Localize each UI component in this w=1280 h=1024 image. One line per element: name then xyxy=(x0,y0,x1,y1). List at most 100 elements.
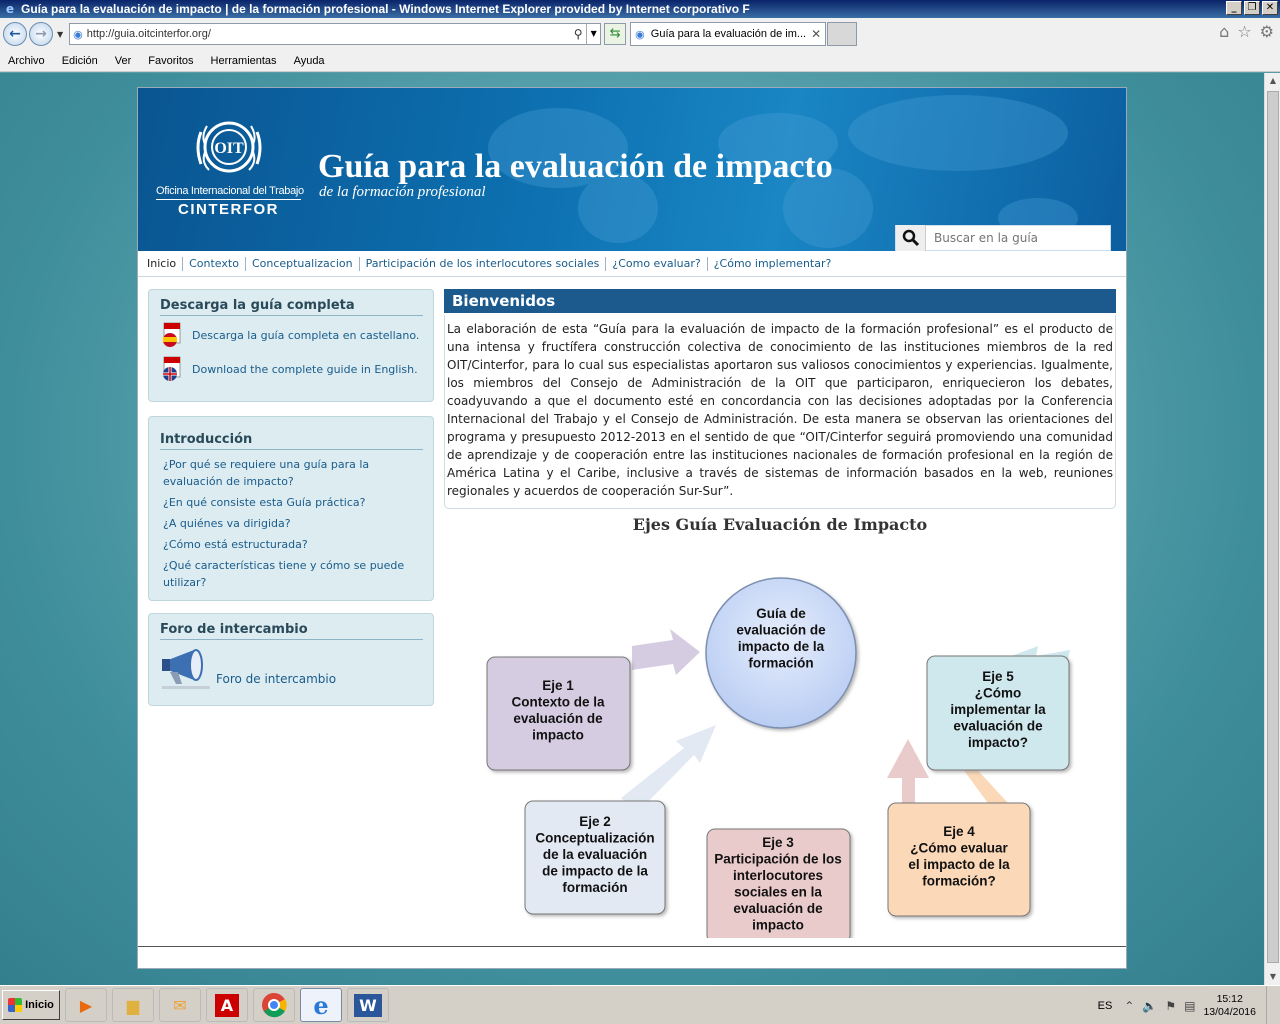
page-icon: ◉ xyxy=(73,27,83,41)
nav-como-implementar[interactable]: ¿Cómo implementar? xyxy=(708,257,838,271)
download-en-link[interactable]: Download the complete guide in English. xyxy=(192,363,418,376)
menu-herramientas[interactable]: Herramientas xyxy=(203,55,286,67)
diagram-line: evaluación de xyxy=(736,623,826,638)
window-titlebar: e Guía para la evaluación de impacto | d… xyxy=(0,0,1280,18)
vertical-scrollbar[interactable]: ▲ ▼ xyxy=(1264,73,1280,985)
site-title: Guía para la evaluación de impacto xyxy=(318,148,833,185)
show-desktop-button[interactable] xyxy=(1266,986,1280,1024)
diagram-line: Contexto de la xyxy=(511,695,605,710)
search-button[interactable] xyxy=(896,225,926,251)
forum-box: Foro de intercambio Foro de intercambio xyxy=(148,613,434,706)
download-es-row[interactable]: Descarga la guía completa en castellano. xyxy=(160,322,423,348)
diagram-line: Eje 2 xyxy=(579,814,611,829)
diagram-line: evaluación de xyxy=(953,719,1043,734)
favorites-star-icon[interactable]: ☆ xyxy=(1237,22,1251,41)
nav-como-evaluar[interactable]: ¿Como evaluar? xyxy=(606,256,708,271)
intro-link-a-quienes[interactable]: ¿A quiénes va dirigida? xyxy=(163,515,423,532)
start-button[interactable]: Inicio xyxy=(2,990,60,1020)
intro-title: Introducción xyxy=(160,432,423,450)
menu-bar: Archivo Edición Ver Favoritos Herramient… xyxy=(0,50,1280,72)
back-button[interactable]: ← xyxy=(3,22,27,46)
intro-link-caracteristicas[interactable]: ¿Qué características tiene y cómo se pue… xyxy=(163,557,423,591)
taskbar-media-player[interactable]: ▶ xyxy=(65,988,107,1022)
diagram-line: Eje 5 xyxy=(982,669,1014,684)
intro-link-en-que[interactable]: ¿En qué consiste esta Guía práctica? xyxy=(163,494,423,511)
axes-diagram: Guía de evaluación de impacto de la formaci… xyxy=(486,577,1070,938)
download-en-row[interactable]: Download the complete guide in English. xyxy=(160,356,423,382)
clock[interactable]: 15:12 13/04/2016 xyxy=(1203,993,1256,1019)
network-icon[interactable]: ▤ xyxy=(1184,999,1195,1013)
taskbar-outlook[interactable]: ✉ xyxy=(159,988,201,1022)
nav-inicio[interactable]: Inicio xyxy=(141,256,184,271)
history-dropdown-icon[interactable]: ▼ xyxy=(57,30,63,39)
volume-icon[interactable]: 🔈 xyxy=(1142,999,1157,1013)
nav-participacion[interactable]: Participación de los interlocutores soci… xyxy=(360,256,607,271)
oit-logo: OIT Oficina Internacional del Trabajo CI… xyxy=(156,112,304,218)
menu-edicion[interactable]: Edición xyxy=(54,55,107,67)
scroll-down-arrow-icon[interactable]: ▼ xyxy=(1265,969,1280,985)
minimize-button[interactable]: _ xyxy=(1226,1,1242,15)
back-arrow-icon: ← xyxy=(9,26,21,42)
diagram-line: de la evaluación xyxy=(543,847,647,862)
taskbar-word[interactable]: W xyxy=(347,988,389,1022)
menu-archivo[interactable]: Archivo xyxy=(0,55,54,67)
forward-button[interactable]: → xyxy=(29,22,53,46)
diagram-line: impacto de la xyxy=(738,639,825,654)
diagram-line: el impacto de la xyxy=(908,857,1010,872)
taskbar-chrome[interactable] xyxy=(253,988,295,1022)
welcome-heading: Bienvenidos xyxy=(444,289,1116,313)
ie-taskbar-icon: e xyxy=(313,990,329,1020)
nav-conceptualizacion[interactable]: Conceptualizacion xyxy=(246,256,360,271)
address-dropdown-icon[interactable]: ▼ xyxy=(586,24,600,44)
welcome-text: La elaboración de esta “Guía para la eva… xyxy=(444,315,1116,509)
home-icon[interactable]: ⌂ xyxy=(1219,22,1229,41)
start-label: Inicio xyxy=(25,999,54,1011)
browser-tab[interactable]: ◉ Guía para la evaluación de im... ✕ xyxy=(630,22,827,46)
nav-contexto[interactable]: Contexto xyxy=(183,256,246,271)
search-icon[interactable]: ⚲ xyxy=(570,27,586,41)
forum-row[interactable]: Foro de intercambio xyxy=(160,646,423,690)
intro-box: Introducción ¿Por qué se requiere una gu… xyxy=(148,416,434,601)
pdf-uk-icon xyxy=(163,356,181,381)
org-cinterfor: CINTERFOR xyxy=(178,201,279,218)
windows-logo-icon xyxy=(8,998,23,1012)
close-button[interactable]: ✕ xyxy=(1262,1,1278,15)
outlook-icon: ✉ xyxy=(173,995,187,1015)
taskbar-acrobat[interactable]: A xyxy=(206,988,248,1022)
taskbar-ie[interactable]: e xyxy=(300,988,342,1022)
new-tab-button[interactable] xyxy=(827,22,858,46)
download-es-link[interactable]: Descarga la guía completa en castellano. xyxy=(192,329,419,342)
tab-page-icon: ◉ xyxy=(635,28,645,41)
tray-expand-icon[interactable]: ⌃ xyxy=(1124,999,1134,1013)
search-input[interactable] xyxy=(926,227,1110,249)
word-icon: W xyxy=(354,993,382,1017)
diagram-line: implementar la xyxy=(950,702,1046,717)
magnifier-icon xyxy=(902,229,919,247)
clock-time: 15:12 xyxy=(1216,992,1243,1005)
media-player-icon: ▶ xyxy=(79,995,93,1015)
folder-icon: ▆ xyxy=(126,995,140,1015)
diagram-line: sociales en la xyxy=(734,885,822,900)
menu-favoritos[interactable]: Favoritos xyxy=(140,55,202,67)
acrobat-icon: A xyxy=(214,993,240,1017)
tools-gear-icon[interactable]: ⚙ xyxy=(1260,22,1274,41)
scroll-thumb[interactable] xyxy=(1267,91,1279,963)
diagram-line: impacto xyxy=(752,918,804,933)
maximize-button[interactable]: ❐ xyxy=(1244,1,1260,15)
address-url[interactable]: http://guia.oitcinterfor.org/ xyxy=(87,28,570,40)
arrow-eje1 xyxy=(632,629,700,675)
action-center-flag-icon[interactable]: ⚑ xyxy=(1165,999,1176,1013)
intro-link-por-que[interactable]: ¿Por qué se requiere una guía para la ev… xyxy=(163,456,423,490)
taskbar-explorer[interactable]: ▆ xyxy=(112,988,154,1022)
menu-ver[interactable]: Ver xyxy=(107,55,141,67)
language-indicator[interactable]: ES xyxy=(1098,1000,1113,1012)
intro-link-como-estructurada[interactable]: ¿Cómo está estructurada? xyxy=(163,536,423,553)
scroll-up-arrow-icon[interactable]: ▲ xyxy=(1265,73,1280,89)
forum-link[interactable]: Foro de intercambio xyxy=(216,672,336,686)
tab-close-icon[interactable]: ✕ xyxy=(811,27,821,41)
diagram-line: Eje 4 xyxy=(943,824,975,839)
menu-ayuda[interactable]: Ayuda xyxy=(286,55,334,67)
compat-refresh-button[interactable]: ⇆ xyxy=(604,23,627,45)
address-bar[interactable]: ◉ http://guia.oitcinterfor.org/ ⚲ ▼ xyxy=(69,23,602,45)
diagram-title: Ejes Guía Evaluación de Impacto xyxy=(632,515,928,534)
